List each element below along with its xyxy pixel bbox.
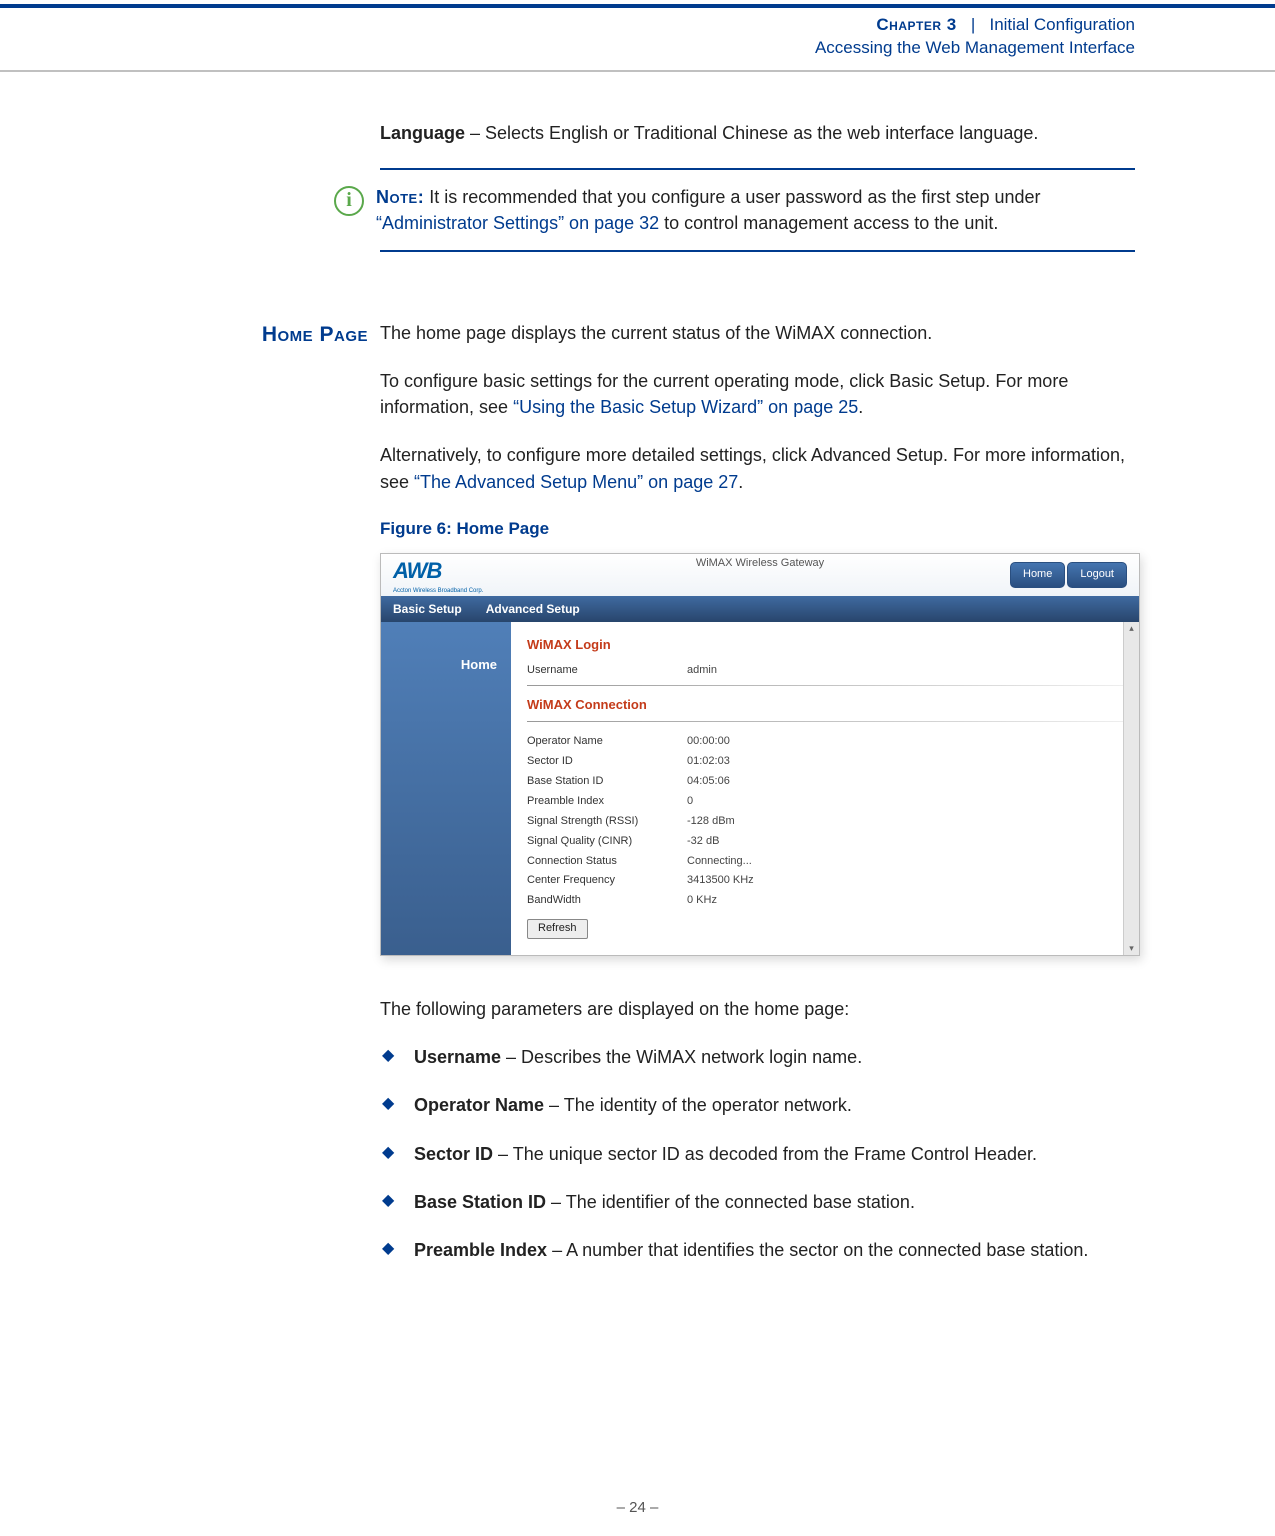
ss-logo-sub: Accton Wireless Broadband Corp. bbox=[393, 587, 483, 596]
home-p2: To configure basic settings for the curr… bbox=[380, 368, 1140, 420]
ss-divider-2 bbox=[527, 721, 1123, 722]
ss-k: Connection Status bbox=[527, 854, 687, 870]
ss-v: 3413500 KHz bbox=[687, 873, 754, 889]
ss-row: Connection StatusConnecting... bbox=[527, 852, 1123, 872]
ss-row: Signal Strength (RSSI)-128 dBm bbox=[527, 812, 1123, 832]
param-desc: – The identity of the operator network. bbox=[544, 1095, 852, 1115]
ss-k: BandWidth bbox=[527, 893, 687, 909]
ss-sidebar-home[interactable]: Home bbox=[381, 652, 511, 679]
ss-row: Sector ID01:02:03 bbox=[527, 752, 1123, 772]
home-p1: The home page displays the current statu… bbox=[380, 320, 1140, 346]
figure-caption: Figure 6: Home Page bbox=[380, 517, 1140, 542]
ss-k: Operator Name bbox=[527, 734, 687, 750]
ss-section-login: WiMAX Login bbox=[527, 636, 1123, 655]
chapter-label: Chapter 3 bbox=[876, 15, 956, 34]
note-label: Note: bbox=[376, 187, 424, 207]
ss-tab-advanced[interactable]: Advanced Setup bbox=[486, 601, 580, 618]
scroll-up-icon[interactable]: ▴ bbox=[1129, 622, 1134, 635]
param-label: Base Station ID bbox=[414, 1192, 546, 1212]
ss-v: Connecting... bbox=[687, 854, 752, 870]
ss-scrollbar[interactable]: ▴ ▾ bbox=[1123, 622, 1139, 955]
language-paragraph: Language – Selects English or Traditiona… bbox=[380, 120, 1135, 146]
ss-k: Preamble Index bbox=[527, 794, 687, 810]
ss-v: -128 dBm bbox=[687, 814, 735, 830]
ss-v: 01:02:03 bbox=[687, 754, 730, 770]
home-p2-link[interactable]: “Using the Basic Setup Wizard” on page 2… bbox=[513, 397, 858, 417]
ss-row: Signal Quality (CINR)-32 dB bbox=[527, 832, 1123, 852]
ss-home-button[interactable]: Home bbox=[1010, 562, 1065, 588]
info-icon: i bbox=[334, 186, 364, 216]
list-item: Operator Name – The identity of the oper… bbox=[380, 1092, 1140, 1118]
ss-v: 00:00:00 bbox=[687, 734, 730, 750]
ss-section-conn: WiMAX Connection bbox=[527, 696, 1123, 715]
language-desc: – Selects English or Traditional Chinese… bbox=[465, 123, 1038, 143]
note-block: i Note: It is recommended that you confi… bbox=[380, 168, 1135, 252]
ss-row: Center Frequency3413500 KHz bbox=[527, 871, 1123, 891]
ss-sidebar: Home bbox=[381, 622, 511, 955]
param-label: Operator Name bbox=[414, 1095, 544, 1115]
ss-divider-1 bbox=[527, 685, 1123, 686]
ss-header: AWB Accton Wireless Broadband Corp. WiMA… bbox=[381, 554, 1139, 596]
ss-row-username: Username admin bbox=[527, 661, 1123, 681]
param-label: Sector ID bbox=[414, 1144, 493, 1164]
list-item: Base Station ID – The identifier of the … bbox=[380, 1189, 1140, 1215]
page-header: Chapter 3 | Initial Configuration Access… bbox=[0, 8, 1275, 68]
ss-tabbar: Basic Setup Advanced Setup bbox=[381, 596, 1139, 622]
header-title-2: Accessing the Web Management Interface bbox=[0, 37, 1135, 60]
ss-k: Center Frequency bbox=[527, 873, 687, 889]
ss-k: Signal Quality (CINR) bbox=[527, 834, 687, 850]
ss-v: 0 bbox=[687, 794, 693, 810]
ss-logo: AWB Accton Wireless Broadband Corp. bbox=[393, 555, 483, 596]
ss-row: Preamble Index0 bbox=[527, 792, 1123, 812]
home-p3: Alternatively, to configure more detaile… bbox=[380, 442, 1140, 494]
ss-k: Signal Strength (RSSI) bbox=[527, 814, 687, 830]
ss-k: Sector ID bbox=[527, 754, 687, 770]
ss-v: 0 KHz bbox=[687, 893, 717, 909]
ss-main: WiMAX Login Username admin WiMAX Connect… bbox=[511, 622, 1139, 955]
param-desc: – A number that identifies the sector on… bbox=[547, 1240, 1088, 1260]
header-rule bbox=[0, 70, 1275, 72]
ss-username-val: admin bbox=[687, 663, 717, 679]
ss-logout-button[interactable]: Logout bbox=[1067, 562, 1127, 588]
note-link[interactable]: “Administrator Settings” on page 32 bbox=[376, 213, 659, 233]
ss-row: BandWidth0 KHz bbox=[527, 891, 1123, 911]
ss-k: Base Station ID bbox=[527, 774, 687, 790]
list-item: Username – Describes the WiMAX network l… bbox=[380, 1044, 1140, 1070]
list-item: Preamble Index – A number that identifie… bbox=[380, 1237, 1140, 1263]
ss-row: Operator Name00:00:00 bbox=[527, 732, 1123, 752]
home-p2b: . bbox=[858, 397, 863, 417]
ss-title: WiMAX Wireless Gateway bbox=[696, 556, 824, 572]
ss-tab-basic[interactable]: Basic Setup bbox=[393, 601, 462, 618]
ss-v: -32 dB bbox=[687, 834, 719, 850]
params-list: Username – Describes the WiMAX network l… bbox=[380, 1044, 1140, 1262]
note-before: It is recommended that you configure a u… bbox=[424, 187, 1040, 207]
param-desc: – The identifier of the connected base s… bbox=[546, 1192, 915, 1212]
param-desc: – The unique sector ID as decoded from t… bbox=[493, 1144, 1037, 1164]
ss-logo-mark: AWB bbox=[393, 555, 483, 587]
param-label: Preamble Index bbox=[414, 1240, 547, 1260]
embedded-screenshot: AWB Accton Wireless Broadband Corp. WiMA… bbox=[380, 553, 1140, 956]
params-intro: The following parameters are displayed o… bbox=[380, 996, 1140, 1022]
ss-refresh-button[interactable]: Refresh bbox=[527, 919, 588, 939]
header-title-1: Initial Configuration bbox=[989, 15, 1135, 34]
ss-v: 04:05:06 bbox=[687, 774, 730, 790]
header-sep: | bbox=[961, 15, 984, 34]
page-number: – 24 – bbox=[0, 1499, 1275, 1516]
language-label: Language bbox=[380, 123, 465, 143]
param-desc: – Describes the WiMAX network login name… bbox=[501, 1047, 862, 1067]
param-label: Username bbox=[414, 1047, 501, 1067]
note-after: to control management access to the unit… bbox=[659, 213, 998, 233]
home-p3b: . bbox=[738, 472, 743, 492]
ss-row: Base Station ID04:05:06 bbox=[527, 772, 1123, 792]
note-text: Note: It is recommended that you configu… bbox=[376, 184, 1135, 236]
list-item: Sector ID – The unique sector ID as deco… bbox=[380, 1141, 1140, 1167]
scroll-down-icon[interactable]: ▾ bbox=[1129, 942, 1134, 955]
home-p3-link[interactable]: “The Advanced Setup Menu” on page 27 bbox=[414, 472, 738, 492]
section-heading-home-page: Home Page bbox=[140, 320, 380, 350]
ss-username-key: Username bbox=[527, 663, 687, 679]
